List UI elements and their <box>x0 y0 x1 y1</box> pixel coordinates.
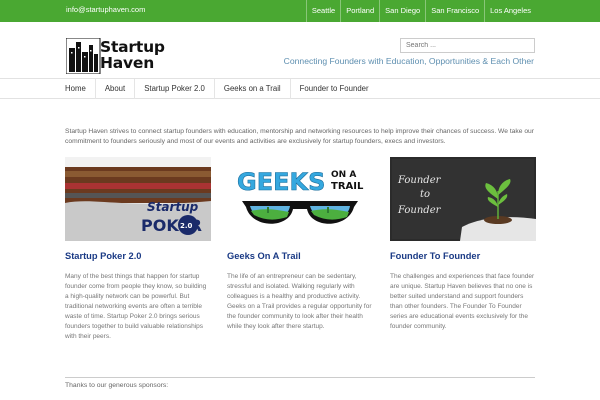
card-description: The life of an entrepreneur can be seden… <box>227 273 372 330</box>
email-link[interactable]: info@startuphaven.com <box>66 5 145 14</box>
geeks-on-a-trail-image[interactable]: GEEKS ON A TRAIL <box>227 157 373 241</box>
card-title[interactable]: Startup Poker 2.0 <box>65 251 211 261</box>
main-nav: Home About Startup Poker 2.0 Geeks on a … <box>0 78 600 99</box>
card-geeks-on-a-trail: GEEKS ON A TRAIL Geeks On A Trail The li… <box>227 157 373 332</box>
search-input[interactable] <box>400 38 535 53</box>
card-description: Many of the best things that happen for … <box>65 273 207 340</box>
city-link-seattle[interactable]: Seattle <box>305 0 340 22</box>
nav-item-about[interactable]: About <box>96 79 136 99</box>
card-description: The challenges and experiences that face… <box>390 273 535 330</box>
geeks-image-word-trail: TRAIL <box>331 181 364 192</box>
card-title[interactable]: Founder To Founder <box>390 251 536 261</box>
geeks-image-word-on-a: ON A <box>331 170 356 180</box>
geeks-trail-illustration: GEEKS ON A TRAIL <box>227 157 373 241</box>
site-tagline: Connecting Founders with Education, Oppo… <box>283 56 534 66</box>
city-link-portland[interactable]: Portland <box>340 0 379 22</box>
poker-image-version: 2.0 <box>180 222 193 230</box>
startup-poker-image[interactable]: Startup POKER 2.0 <box>65 157 211 241</box>
nav-item-geeks-on-a-trail[interactable]: Geeks on a Trail <box>215 79 291 99</box>
logo-line-1: Startup <box>100 38 165 56</box>
chalkboard-seedling-illustration: Founder to Founder <box>390 157 536 241</box>
founder-image-word-to: to <box>420 189 430 200</box>
sponsors-divider <box>65 377 535 378</box>
logo-line-2: Haven <box>100 54 155 72</box>
city-link-los-angeles[interactable]: Los Angeles <box>484 0 536 22</box>
city-link-san-diego[interactable]: San Diego <box>379 0 425 22</box>
top-bar: info@startuphaven.com Seattle Portland S… <box>0 0 600 22</box>
intro-paragraph: Startup Haven strives to connect startup… <box>65 128 534 145</box>
poker-chips-illustration: Startup POKER 2.0 <box>65 157 211 241</box>
city-link-san-francisco[interactable]: San Francisco <box>425 0 484 22</box>
city-links: Seattle Portland San Diego San Francisco… <box>305 0 536 22</box>
sponsors-heading: Thanks to our generous sponsors: <box>65 382 169 389</box>
founder-image-word-founder-2: Founder <box>397 205 442 216</box>
card-founder-to-founder: Founder to Founder Founder To Founder Th… <box>390 157 536 332</box>
geeks-image-word-geeks: GEEKS <box>237 168 325 196</box>
founder-image-word-founder-1: Founder <box>397 175 442 186</box>
logo-wordmark[interactable]: Startup Haven <box>100 39 165 71</box>
nav-item-home[interactable]: Home <box>56 79 96 99</box>
founder-to-founder-image[interactable]: Founder to Founder <box>390 157 536 241</box>
card-title[interactable]: Geeks On A Trail <box>227 251 373 261</box>
poker-image-word-startup: Startup <box>147 200 199 214</box>
card-startup-poker: Startup POKER 2.0 Startup Poker 2.0 Many… <box>65 157 211 342</box>
nav-item-founder-to-founder[interactable]: Founder to Founder <box>291 79 378 99</box>
nav-item-startup-poker[interactable]: Startup Poker 2.0 <box>135 79 215 99</box>
